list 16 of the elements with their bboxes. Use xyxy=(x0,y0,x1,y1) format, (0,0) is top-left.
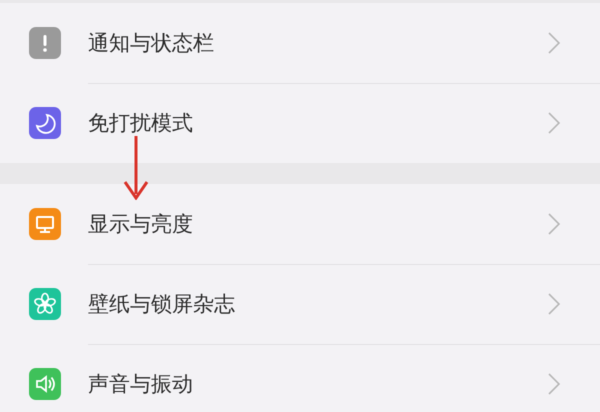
settings-item[interactable]: 壁纸与锁屏杂志 xyxy=(0,264,600,344)
chevron-right-icon xyxy=(548,213,560,235)
settings-item[interactable]: 通知与状态栏 xyxy=(0,3,600,83)
settings-item[interactable]: 声音与振动 xyxy=(0,344,600,412)
chevron-right-icon xyxy=(548,293,560,315)
settings-item[interactable]: 显示与亮度 xyxy=(0,184,600,264)
chevron-right-icon xyxy=(548,112,560,134)
settings-item[interactable]: 免打扰模式 xyxy=(0,83,600,163)
item-label: 免打扰模式 xyxy=(88,110,194,137)
item-label: 壁纸与锁屏杂志 xyxy=(88,291,236,318)
item-label: 显示与亮度 xyxy=(88,211,194,238)
item-label: 通知与状态栏 xyxy=(88,30,215,57)
chevron-right-icon xyxy=(548,32,560,54)
annotation-arrow xyxy=(121,136,151,200)
chevron-right-icon xyxy=(548,373,560,395)
item-label: 声音与振动 xyxy=(88,371,194,398)
